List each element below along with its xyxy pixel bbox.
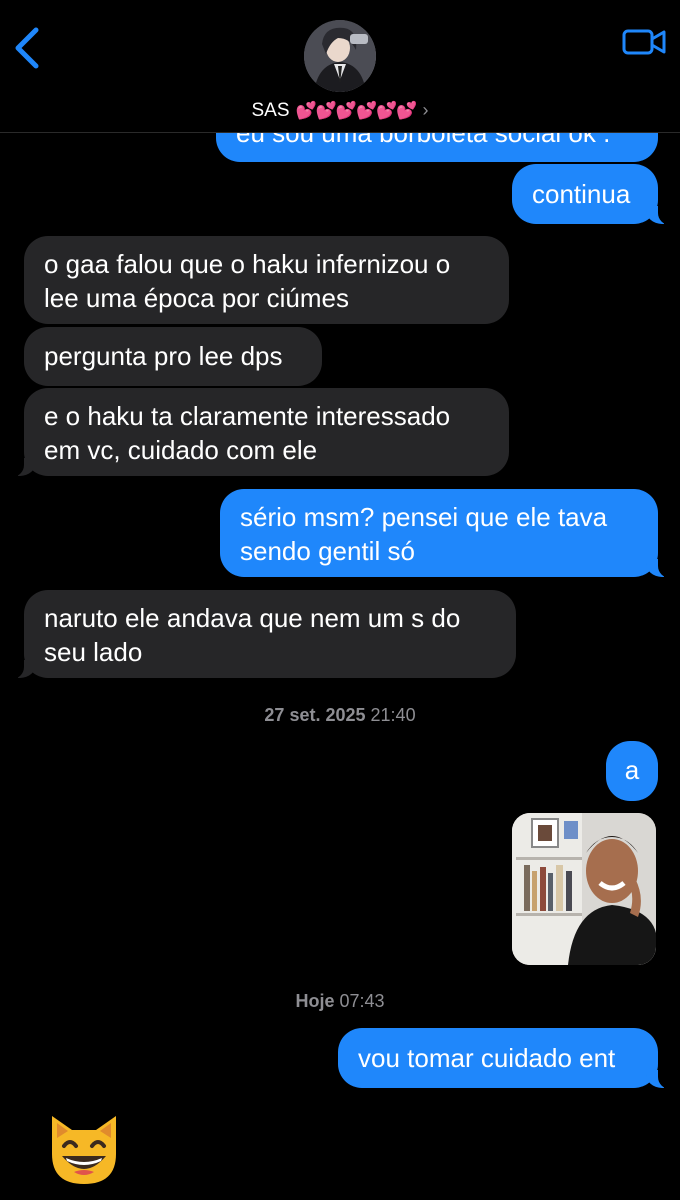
message-bubble-incoming[interactable]: e o haku ta claramente interessado em vc… (10, 388, 509, 477)
photo-image (512, 813, 656, 965)
message-bubble-incoming[interactable]: naruto ele andava que nem um s do seu la… (10, 590, 516, 679)
timestamp: Hoje 07:43 (0, 991, 680, 1012)
chevron-right-icon: › (422, 100, 429, 120)
avatar[interactable] (304, 20, 376, 92)
message-bubble-outgoing[interactable]: a (606, 741, 658, 801)
contact-name-button[interactable]: SAS 💕💕💕💕💕💕 › (0, 100, 680, 122)
timestamp: 27 set. 2025 21:40 (0, 705, 680, 726)
back-chevron-icon[interactable] (10, 24, 44, 72)
message-text: vou tomar cuidado ent (358, 1043, 616, 1073)
contact-hearts-emoji: 💕💕💕💕💕💕 (295, 101, 418, 120)
timestamp-time: 07:43 (339, 991, 385, 1011)
message-text: sério msm? pensei que ele tava sendo gen… (240, 502, 608, 566)
chat-screen: eu sou uma borboleta social ok . continu… (0, 0, 680, 1200)
video-call-icon[interactable] (622, 28, 666, 56)
conversation-header: SAS 💕💕💕💕💕💕 › (0, 0, 680, 133)
contact-name: SAS (251, 100, 290, 121)
photo-attachment[interactable] (512, 813, 656, 965)
message-bubble-outgoing[interactable]: vou tomar cuidado ent (338, 1028, 672, 1089)
message-bubble-incoming[interactable]: o gaa falou que o haku infernizou o lee … (24, 236, 509, 324)
timestamp-time: 21:40 (370, 705, 416, 725)
message-text: continua (532, 179, 631, 209)
timestamp-date: 27 set. 2025 (264, 705, 366, 725)
timestamp-date: Hoje (295, 991, 335, 1011)
message-bubble-incoming[interactable]: pergunta pro lee dps (24, 327, 322, 386)
message-text: a (624, 755, 640, 785)
message-text: e o haku ta claramente interessado em vc… (44, 401, 451, 465)
message-text: naruto ele andava que nem um s do seu la… (44, 603, 461, 667)
message-bubble-outgoing[interactable]: continua (512, 164, 672, 225)
message-text: o gaa falou que o haku infernizou o lee … (44, 249, 451, 313)
message-text: pergunta pro lee dps (44, 341, 283, 371)
avatar-photo (304, 20, 376, 92)
smiling-cat-emoji[interactable] (44, 1108, 124, 1188)
message-bubble-outgoing[interactable]: sério msm? pensei que ele tava sendo gen… (220, 489, 672, 578)
